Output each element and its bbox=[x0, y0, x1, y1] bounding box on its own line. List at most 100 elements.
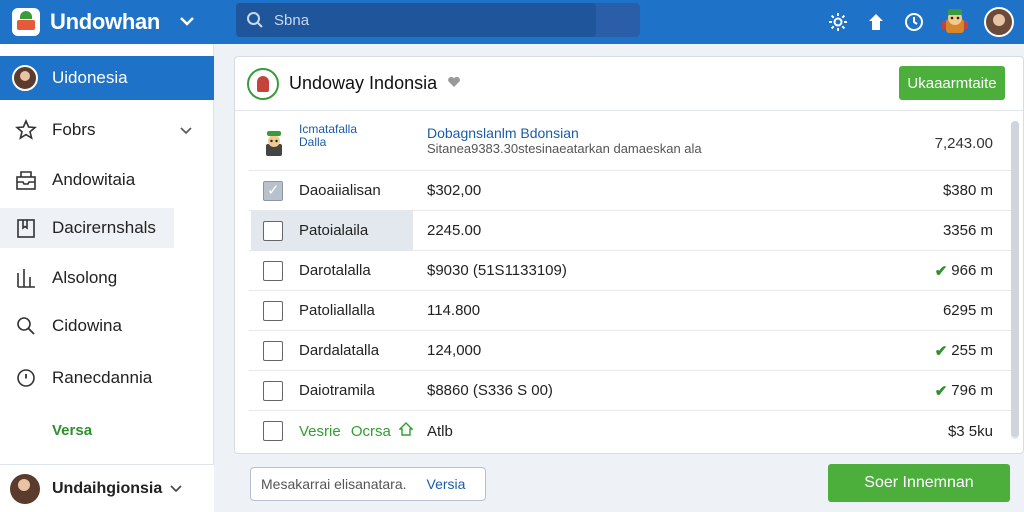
row-name: Patoliallalla bbox=[299, 302, 375, 319]
check-icon: ✔ bbox=[934, 342, 948, 360]
sidebar-item-alsolong[interactable]: Alsolong bbox=[0, 258, 214, 298]
check-icon: ✔ bbox=[934, 262, 948, 280]
data-table: Icmatafalla Dalla Dobagnslanlm Bdonsian … bbox=[249, 115, 1011, 455]
row-name: Dardalatalla bbox=[299, 342, 380, 359]
row-amount: $302,00 bbox=[427, 182, 482, 199]
versia-link[interactable]: Versia bbox=[427, 476, 466, 492]
row-value-text: 796 m bbox=[951, 382, 993, 399]
row-value: ✔ 966 m bbox=[935, 262, 993, 280]
home-icon[interactable] bbox=[864, 10, 888, 34]
row-checkbox[interactable] bbox=[263, 421, 283, 441]
row-amount: $8860 (S336 S 00) bbox=[427, 382, 553, 399]
row-amount: 2245.00 bbox=[427, 222, 482, 239]
account-switcher[interactable]: Undaihgionsia bbox=[0, 464, 214, 512]
account-name: Undaihgionsia bbox=[52, 479, 163, 497]
main-panel: Undoway Indonsia Ukaaarmtaite Icmatafall… bbox=[234, 56, 1024, 454]
brand-switcher[interactable]: Undowhan bbox=[0, 0, 214, 44]
row-value-text: $3 5ku bbox=[947, 422, 993, 440]
inbox-icon bbox=[14, 168, 38, 192]
sidebar-item-active[interactable]: Uidonesia bbox=[0, 56, 214, 100]
search-icon bbox=[246, 11, 264, 29]
sidebar-item-ranecdannia[interactable]: Ranecdannia bbox=[0, 358, 214, 398]
column-header-subtitle: Sitanea9383.30stesinaeatarkan damaeskan … bbox=[427, 141, 702, 156]
versa-link[interactable]: Versa bbox=[52, 422, 92, 439]
clock-icon bbox=[14, 366, 38, 390]
mascot-icon[interactable] bbox=[940, 7, 970, 37]
sidebar-item-label: Uidonesia bbox=[52, 68, 128, 87]
search-bar bbox=[236, 3, 640, 37]
submit-button[interactable]: Soer Innemnan bbox=[828, 464, 1010, 502]
sidebar: Uidonesia Fobrs Andowitaia Dacirernshals… bbox=[0, 44, 214, 512]
user-avatar[interactable] bbox=[984, 7, 1014, 37]
table-row[interactable]: Daiotramila $8860 (S336 S 00) ✔ 796 m bbox=[249, 371, 1011, 411]
column-header-title: Icmatafalla bbox=[299, 122, 358, 136]
row-checkbox[interactable] bbox=[263, 180, 283, 201]
scrollbar-thumb[interactable] bbox=[1011, 121, 1019, 437]
clock-icon[interactable] bbox=[902, 10, 926, 34]
row-value-text: 3356 m bbox=[942, 222, 993, 239]
column-header-total: 7,243.00 bbox=[934, 135, 993, 152]
message-input[interactable]: Mesakarrai elisanatara. Versia bbox=[250, 467, 486, 501]
row-value: $3 5ku bbox=[948, 423, 993, 440]
row-value: 3356 m bbox=[943, 222, 993, 239]
settings-icon[interactable] bbox=[826, 10, 850, 34]
column-header-title: Dobagnslanlm Bdonsian bbox=[427, 125, 579, 141]
chevron-down-icon bbox=[170, 481, 182, 496]
row-value-text: 6295 m bbox=[942, 302, 993, 319]
page-title: Undoway Indonsia bbox=[289, 73, 438, 93]
row-name-primary: Vesrie bbox=[299, 423, 341, 440]
table-header-row: Icmatafalla Dalla Dobagnslanlm Bdonsian … bbox=[249, 115, 1011, 171]
top-bar: Undowhan bbox=[0, 0, 1024, 44]
row-link[interactable]: Atlb bbox=[427, 423, 453, 440]
row-checkbox[interactable] bbox=[263, 220, 283, 241]
row-name: Daoaiialisan bbox=[299, 182, 381, 199]
row-value: $380 m bbox=[943, 182, 993, 199]
row-name: Daiotramila bbox=[299, 382, 375, 399]
table-row[interactable]: Vesrie Ocrsa Atlb $3 5ku bbox=[249, 411, 1011, 451]
row-amount: 114.800 bbox=[427, 302, 481, 319]
mascot-icon bbox=[261, 128, 287, 158]
row-value: ✔ 255 m bbox=[935, 342, 993, 360]
row-name: Darotalalla bbox=[299, 262, 371, 279]
message-input-placeholder: Mesakarrai elisanatara. bbox=[261, 476, 407, 492]
home-icon bbox=[398, 422, 414, 440]
table-row[interactable]: Dardalatalla 124,000 ✔ 255 m bbox=[249, 331, 1011, 371]
chevron-down-icon bbox=[180, 122, 192, 138]
sidebar-item-fobrs[interactable]: Fobrs bbox=[0, 110, 214, 150]
primary-action-button[interactable]: Ukaaarmtaite bbox=[899, 66, 1005, 100]
sidebar-item-label: Fobrs bbox=[52, 120, 96, 139]
row-value-text: 255 m bbox=[951, 342, 993, 359]
avatar bbox=[10, 473, 40, 504]
check-icon: ✔ bbox=[934, 382, 948, 400]
search-input[interactable] bbox=[274, 11, 574, 29]
row-value-text: $380 m bbox=[942, 182, 993, 199]
table-row[interactable]: Darotalalla $9030 (51S1133109) ✔ 966 m bbox=[249, 251, 1011, 291]
chart-icon bbox=[14, 266, 38, 290]
sidebar-item-cidowina[interactable]: Cidowina bbox=[0, 306, 214, 346]
panel-header: Undoway Indonsia Ukaaarmtaite bbox=[235, 57, 1023, 111]
avatar bbox=[12, 65, 38, 91]
table-row[interactable]: Patoliallalla 114.800 6295 m bbox=[249, 291, 1011, 331]
brand-logo-icon bbox=[12, 8, 40, 36]
row-checkbox[interactable] bbox=[263, 340, 283, 361]
row-value-text: 966 m bbox=[951, 262, 993, 279]
table-row[interactable]: Patoialaila 2245.00 3356 m bbox=[249, 211, 1011, 251]
row-checkbox[interactable] bbox=[263, 380, 283, 401]
sidebar-item-dacirernshals[interactable]: Dacirernshals bbox=[0, 208, 174, 248]
sidebar-item-label: Andowitaia bbox=[52, 170, 136, 189]
sidebar-item-andowitaia[interactable]: Andowitaia bbox=[0, 160, 214, 200]
column-header-sub: Dalla bbox=[299, 135, 327, 149]
row-value: ✔ 796 m bbox=[935, 382, 993, 400]
heart-icon[interactable] bbox=[447, 76, 461, 91]
row-checkbox[interactable] bbox=[263, 260, 283, 281]
document-icon bbox=[14, 216, 38, 240]
company-logo-icon bbox=[247, 67, 279, 100]
table-row[interactable]: Daoaiialisan $302,00 $380 m bbox=[249, 171, 1011, 211]
row-name-secondary: Ocrsa bbox=[350, 423, 391, 440]
sidebar-item-label: Ranecdannia bbox=[52, 368, 153, 387]
chevron-down-icon bbox=[180, 13, 194, 31]
brand-name: Undowhan bbox=[50, 9, 161, 34]
row-checkbox[interactable] bbox=[263, 300, 283, 321]
sidebar-item-label: Dacirernshals bbox=[52, 218, 156, 237]
search-icon bbox=[14, 314, 38, 338]
